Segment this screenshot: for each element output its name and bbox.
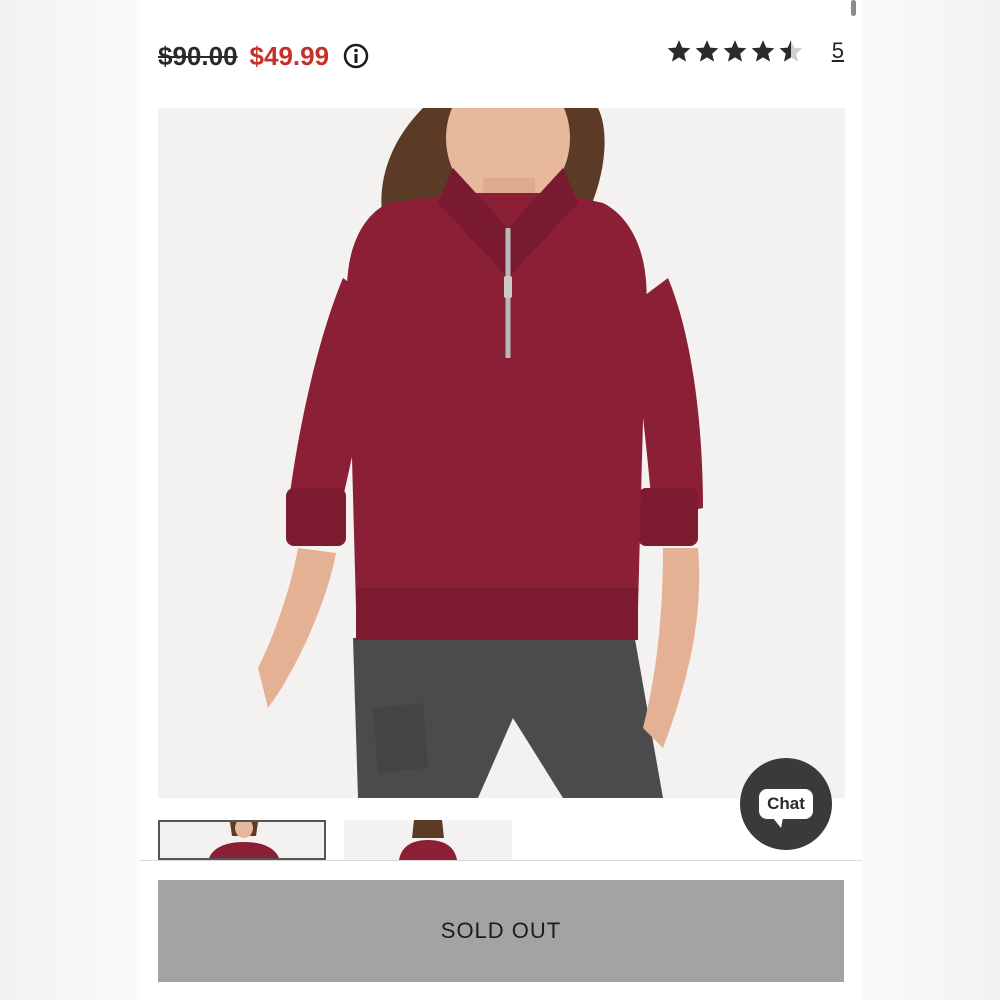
product-panel: $90.00 $49.99 5 SOLD OUT Chat — [140, 0, 862, 1000]
info-circle-icon[interactable] — [343, 43, 369, 69]
star-rating — [666, 38, 804, 64]
product-image-main[interactable] — [158, 108, 845, 798]
divider — [140, 860, 862, 861]
star-icon — [751, 40, 775, 62]
page-background-right — [862, 0, 1000, 1000]
star-icon — [723, 40, 747, 62]
star-half-icon — [779, 40, 803, 62]
rating[interactable]: 5 — [666, 38, 844, 64]
original-price: $90.00 — [158, 40, 238, 71]
sold-out-button[interactable]: SOLD OUT — [158, 880, 844, 982]
page-background-left — [0, 0, 140, 1000]
chat-button[interactable]: Chat — [740, 758, 832, 850]
scrollbar-thumb[interactable] — [851, 0, 856, 16]
thumbnail-image-front[interactable] — [158, 820, 326, 860]
chat-bubble-icon: Chat — [759, 789, 813, 828]
review-count-link[interactable]: 5 — [832, 38, 844, 64]
thumbnail-strip — [158, 820, 512, 860]
sale-price: $49.99 — [249, 40, 330, 71]
star-icon — [667, 40, 691, 62]
thumbnail-image-back[interactable] — [344, 820, 512, 860]
star-icon — [695, 40, 719, 62]
